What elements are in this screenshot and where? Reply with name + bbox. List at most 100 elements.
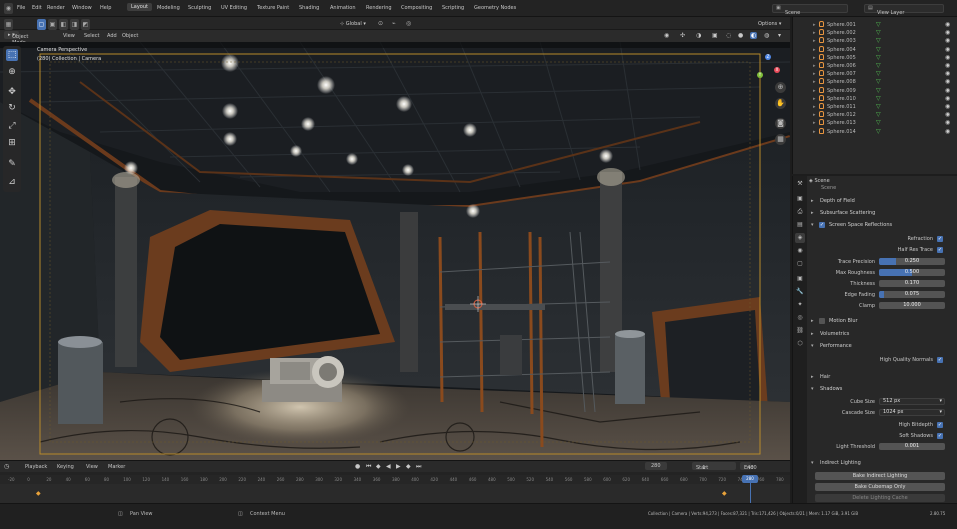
eye-icon[interactable]: ◉ [945,111,950,118]
options-dropdown[interactable]: Options ▾ [758,21,781,27]
eye-icon[interactable]: ◉ [945,119,950,126]
expand-arrow-icon[interactable]: ▸ [813,30,816,36]
tab-animation[interactable]: Animation [330,5,356,11]
menu-playback[interactable]: Playback [25,464,47,470]
data-tab-icon[interactable]: ⬡ [795,339,805,349]
outliner-item[interactable]: ▸ Sphere.003 ▽ ◉ [793,37,957,45]
scene-selector[interactable]: ▣ Scene [772,4,848,16]
cursor-tool-icon[interactable]: ⊕ [6,66,18,78]
menu-object[interactable]: Object [122,33,138,39]
select-mode-subtract-icon[interactable]: ◧ [59,19,68,30]
tab-layout[interactable]: Layout [127,3,152,11]
eye-icon[interactable]: ◉ [945,62,950,69]
collection-tab-icon[interactable]: ▢ [795,259,805,269]
pivot-icon[interactable]: ⊙ [378,20,383,27]
eye-icon[interactable]: ◉ [945,70,950,77]
outliner-item[interactable]: ▸ Sphere.012 ▽ ◉ [793,111,957,119]
ssr-checkbox[interactable]: ✓ [819,222,825,228]
tab-shading[interactable]: Shading [299,5,319,11]
section-ssr[interactable]: ▾ ✓ Screen Space Reflections [809,220,956,230]
edge-fading-slider[interactable]: 0.075 [879,291,945,298]
light-threshold-field[interactable]: 0.001 [879,443,945,450]
transform-orientation[interactable]: ⊹ Global ▾ [340,21,366,27]
tab-scripting[interactable]: Scripting [442,5,464,11]
eye-icon[interactable]: ◉ [945,29,950,36]
shading-material-icon[interactable]: ◐ [750,32,758,39]
eye-icon[interactable]: ◉ [945,87,950,94]
motion-blur-checkbox[interactable] [819,318,825,324]
outliner-item[interactable]: ▸ Sphere.004 ▽ ◉ [793,45,957,54]
modifier-tab-icon[interactable]: 🔧 [795,287,805,297]
section-shadows[interactable]: ▾ Shadows [809,384,956,394]
tab-compositing[interactable]: Compositing [401,5,432,11]
object-tab-icon[interactable]: ▣ [795,274,805,284]
thickness-slider[interactable]: 0.170 [879,280,945,287]
soft-shadows-checkbox[interactable]: ✓ [937,433,943,439]
particles-tab-icon[interactable]: ✦ [795,300,805,310]
tab-geometry-nodes[interactable]: Geometry Nodes [474,5,516,11]
shading-solid-icon[interactable]: ● [738,32,743,39]
jump-start-icon[interactable]: ⏮ [366,463,371,471]
record-icon[interactable]: ● [355,463,360,470]
shading-wireframe-icon[interactable]: ◌ [726,32,731,39]
annotate-tool-icon[interactable]: ✎ [6,158,18,170]
menu-marker[interactable]: Marker [108,464,125,470]
play-reverse-icon[interactable]: ◀ [386,463,391,470]
gizmo-y-axis[interactable]: Y [757,72,763,78]
eye-icon[interactable]: ◉ [945,37,950,44]
bake-cubemap-button[interactable]: Bake Cubemap Only [815,483,945,491]
eye-icon[interactable]: ◉ [945,21,950,28]
view-layer-tab-icon[interactable]: ▤ [795,220,805,230]
rotate-tool-icon[interactable]: ↻ [6,102,18,114]
eye-icon[interactable]: ◉ [945,95,950,102]
trace-precision-slider[interactable]: 0.250 [879,258,945,265]
tab-uv-editing[interactable]: UV Editing [221,5,247,11]
render-tab-icon[interactable]: ▣ [795,194,805,204]
zoom-icon[interactable]: ⊕ [775,82,786,93]
view-layer-selector[interactable]: ▤ View Layer [864,4,944,16]
expand-arrow-icon[interactable]: ▸ [813,63,816,69]
outliner-item[interactable]: ▸ Sphere.011 ▽ ◉ [793,103,957,111]
select-mode-extend-icon[interactable]: ▣ [48,19,57,30]
shading-rendered-icon[interactable]: ◍ [764,32,769,39]
blender-logo-icon[interactable]: ◉ [4,3,13,14]
overlay-toggle-icon[interactable]: ◑ [696,32,701,39]
frame-ruler[interactable]: -20 0 20 40 60 80 100 120 140 160 180 200 220 240 260 2… [0,475,790,484]
outliner[interactable]: ▸ Sphere.001 ▽ ◉ ▸ Sphere.002 ▽ ◉ ▸ Sphere.003 ▽ ◉ ▸… [792,17,957,174]
outliner-item[interactable]: ▸ Sphere.002 ▽ ◉ [793,29,957,37]
timeline-editor-icon[interactable]: ◷ [4,463,9,470]
select-mode-invert-icon[interactable]: ◨ [70,19,79,30]
mode-selector[interactable]: ▸ Object Mode ▾ [4,31,28,46]
expand-arrow-icon[interactable]: ▸ [813,104,816,110]
section-motion-blur[interactable]: ▸ Motion Blur [809,316,956,326]
menu-file[interactable]: File [17,5,25,11]
tab-texture-paint[interactable]: Texture Paint [257,5,289,11]
expand-arrow-icon[interactable]: ▸ [813,120,816,126]
snap-icon[interactable]: ⌁ [392,20,396,27]
section-indirect-lighting[interactable]: ▾ Indirect Lighting [809,458,956,468]
navigation-gizmo[interactable]: Z X Y [752,54,782,84]
expand-arrow-icon[interactable]: ▸ [813,38,816,44]
expand-arrow-icon[interactable]: ▸ [813,79,816,85]
refraction-checkbox[interactable]: ✓ [937,236,943,242]
playhead-frame-label[interactable]: 280 [742,475,758,483]
play-icon[interactable]: ▶ [396,463,401,470]
output-tab-icon[interactable]: ⎙ [795,207,805,217]
outliner-item[interactable]: ▸ Sphere.001 ▽ ◉ [793,21,957,29]
eye-icon[interactable]: ◉ [945,54,950,61]
high-bitdepth-checkbox[interactable]: ✓ [937,422,943,428]
keyframe-track[interactable]: ◆ ◆ [0,484,790,504]
editor-type-icon[interactable]: ▦ [4,19,13,30]
section-volumetrics[interactable]: ▸ Volumetrics [809,329,956,339]
gizmo-toggle-icon[interactable]: ✣ [680,32,685,39]
expand-arrow-icon[interactable]: ▸ [813,55,816,61]
outliner-item[interactable]: ▸ Sphere.008 ▽ ◉ [793,78,957,86]
expand-arrow-icon[interactable]: ▸ [813,22,816,28]
outliner-item[interactable]: ▸ Sphere.005 ▽ ◉ [793,53,957,62]
section-subsurface[interactable]: ▸ Subsurface Scattering [809,208,956,218]
proportional-edit-icon[interactable]: ◎ [406,20,411,27]
perspective-toggle-icon[interactable]: ▦ [775,134,786,145]
keyframe-icon[interactable]: ◆ [722,490,727,497]
tool-tab-icon[interactable]: ⚒ [795,179,805,189]
menu-edit[interactable]: Edit [32,5,42,11]
